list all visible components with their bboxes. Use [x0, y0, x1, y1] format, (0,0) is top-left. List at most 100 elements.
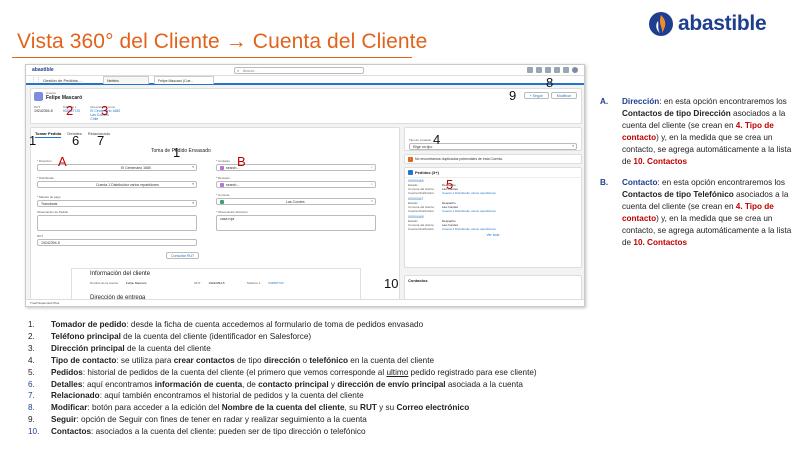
record-name: Felipe Mascaró	[46, 95, 83, 101]
text-run: de la cuenta del cliente	[124, 343, 211, 353]
distribuidor-field-label: * Distribuidor	[37, 176, 55, 180]
note-reference: 10. Contactos	[633, 156, 688, 166]
setup-icon[interactable]	[554, 67, 560, 73]
client-info-title: Información del cliente	[90, 271, 151, 277]
rut-input[interactable]: 19242394-5	[37, 239, 197, 246]
sf-brand: abastible	[32, 67, 54, 73]
obs-direccion-textarea[interactable]: casa roja	[216, 215, 376, 231]
note-letter: A.	[600, 97, 609, 106]
bell-icon[interactable]	[563, 67, 569, 73]
warning-icon: !	[408, 157, 413, 162]
add-icon[interactable]	[536, 67, 542, 73]
receptor-field: * Receptor search... ⌕	[216, 176, 376, 188]
pedido-dist-label: Cuenta Distribuidor:	[408, 191, 435, 196]
order-form-card: Tomar Pedido Detalles Relacionado Toma d…	[30, 127, 400, 301]
app-name: Gestión de Pedidos ...	[43, 78, 83, 83]
bold-text: Detalles	[51, 379, 83, 389]
text-run: : aquí también encontramos el historial …	[99, 391, 364, 401]
header-field-rut: RUT 19242394-5	[34, 105, 53, 121]
annotation-1-tab: 1	[29, 133, 37, 148]
sf-utility-bar[interactable]: Truell Supervisor Plus	[26, 299, 584, 306]
pedido-dist-link[interactable]: Cuenta 1 Distribuidor varios repartidore…	[442, 209, 496, 213]
text-run: asociada a la cuenta	[445, 379, 523, 389]
chevron-down-icon: ▾	[192, 165, 194, 169]
text-run: en la cuenta del cliente	[348, 355, 435, 365]
bold-text: Correo electrónico	[396, 403, 470, 413]
pedido-dist-link[interactable]: Cuenta 1 Distribuidor varios repartidore…	[442, 227, 496, 231]
orders-icon	[408, 170, 413, 176]
sf-global-header: abastible ⌕ Buscar...	[26, 65, 584, 76]
bold-text: crear contactos	[173, 355, 235, 365]
obs-direccion-field-label: * Observación dirección	[216, 210, 248, 214]
note-term: Dirección	[622, 97, 660, 106]
tipo-contacto-card: Tipo de contacto Elige un tipo ▾	[404, 127, 582, 151]
bold-text: Tipo de contacto	[51, 355, 117, 365]
obs-pedido-textarea[interactable]	[37, 215, 197, 231]
ver-todo-link[interactable]: Ver todo	[405, 232, 581, 238]
list-number: 6.	[28, 379, 35, 389]
chevron-down-icon: ▾	[572, 144, 574, 148]
pedido-dist-link[interactable]: Cuenta 1 Distribuidor varios repartidore…	[442, 191, 496, 195]
help-icon[interactable]	[545, 67, 551, 73]
text-run: de la cuenta del cliente (identificador …	[120, 331, 312, 341]
modificar-button[interactable]: Modificar	[550, 92, 577, 99]
sf-nav-bar: ⋮⋮ Gestión de Pedidos ... Nefeles Felipe…	[26, 76, 584, 85]
rut-input-value: 19242394-5	[41, 241, 60, 245]
app-launcher-icon[interactable]: ⋮⋮	[31, 77, 41, 83]
list-number: 9.	[28, 415, 35, 425]
bold-text: Modificar	[51, 403, 88, 413]
client-info-panel: Información del cliente Nombre de la cue…	[71, 268, 361, 300]
receptor-lookup[interactable]: search... ⌕	[216, 181, 376, 188]
list-number: 4.	[28, 355, 35, 365]
metodo-pago-field: * Método de pago Transbank ▾	[37, 195, 197, 207]
list-item: 1. Tomador de pedido: desde la ficha de c…	[28, 319, 778, 331]
pedido-dist-label: Cuenta Distribuidor:	[408, 227, 435, 232]
distribuidor-select-value: Cuenta 1 Distribuidor varios repartidore…	[96, 183, 159, 187]
note-term: Contacto	[622, 178, 658, 188]
text-run: : aquí encontramos	[82, 379, 155, 389]
favorites-icon[interactable]	[527, 67, 533, 73]
metodo-pago-select[interactable]: Transbank ▾	[37, 200, 197, 207]
note-item: B. Contacto: en esta opción encontraremos…	[600, 177, 796, 248]
pedidos-title[interactable]: Pedidos (3+)	[415, 170, 439, 175]
obs-pedido-field: Observación de Pedido	[37, 210, 197, 231]
text-run: : en esta opción encontraremos los	[659, 97, 787, 106]
bold-text: Contactos de tipo Telefónico	[622, 190, 734, 200]
metodo-pago-select-value: Transbank	[41, 202, 58, 206]
title-underline	[12, 57, 412, 58]
receptor-lookup-value: search...	[226, 183, 240, 187]
duplicates-card: ! No encontramos duplicados potenciales d…	[404, 154, 582, 164]
account-icon	[34, 92, 43, 101]
list-item: 6. Detalles: aquí encontramos información…	[28, 379, 778, 391]
duplicates-warning: ! No encontramos duplicados potenciales d…	[405, 155, 581, 164]
client-info-row: Nombre de la cuenta Felipe Mascaró RUT 1…	[90, 281, 283, 285]
bold-text: Contactos	[51, 427, 92, 437]
consultar-rut-button[interactable]: Consultar RUT	[166, 252, 200, 259]
tab-tomar-pedido[interactable]: Tomar Pedido	[35, 131, 62, 138]
side-notes: A. Dirección: en esta opción encontraremo…	[600, 96, 796, 259]
comuna-lookup[interactable]: Las Condes ×	[216, 198, 376, 205]
comuna-field-label: * Comuna	[216, 193, 230, 197]
avatar[interactable]	[572, 67, 578, 73]
text-run: y su	[376, 403, 397, 413]
distribuidor-select[interactable]: Cuenta 1 Distribuidor varios repartidore…	[37, 181, 197, 188]
pedidos-card: Pedidos (3+) 00004446 Estado: Despacho Co…	[404, 167, 582, 268]
nav-tab-nefeles[interactable]: Nefeles	[103, 76, 149, 84]
distribuidor-field: * Distribuidor Cuenta 1 Distribuidor var…	[37, 176, 197, 188]
annotation-8: 8	[546, 75, 554, 90]
rut-field: RUT 19242394-5	[37, 234, 197, 246]
nav-tab-account[interactable]: Felipe Mascaró (Cue...	[154, 76, 214, 84]
search-icon: ⌕	[371, 182, 373, 186]
info-nombre-label: Nombre de la cuenta	[90, 281, 118, 285]
annotation-6: 6	[72, 133, 80, 148]
text-run: y	[328, 379, 338, 389]
list-item: 00004446 Estado: Despacho Comuna del clie…	[405, 178, 581, 196]
info-tel-value[interactable]: 934587720	[268, 281, 283, 285]
annotation-A: A	[58, 154, 67, 169]
close-icon[interactable]: ×	[371, 199, 373, 203]
info-rut-value: 19242394-5	[208, 281, 225, 285]
contactos-title[interactable]: Contactos	[405, 276, 581, 285]
sf-search-input[interactable]: ⌕ Buscar...	[234, 67, 364, 74]
annotation-2: 2	[66, 103, 74, 118]
seguir-button[interactable]: + Seguir	[523, 92, 549, 99]
